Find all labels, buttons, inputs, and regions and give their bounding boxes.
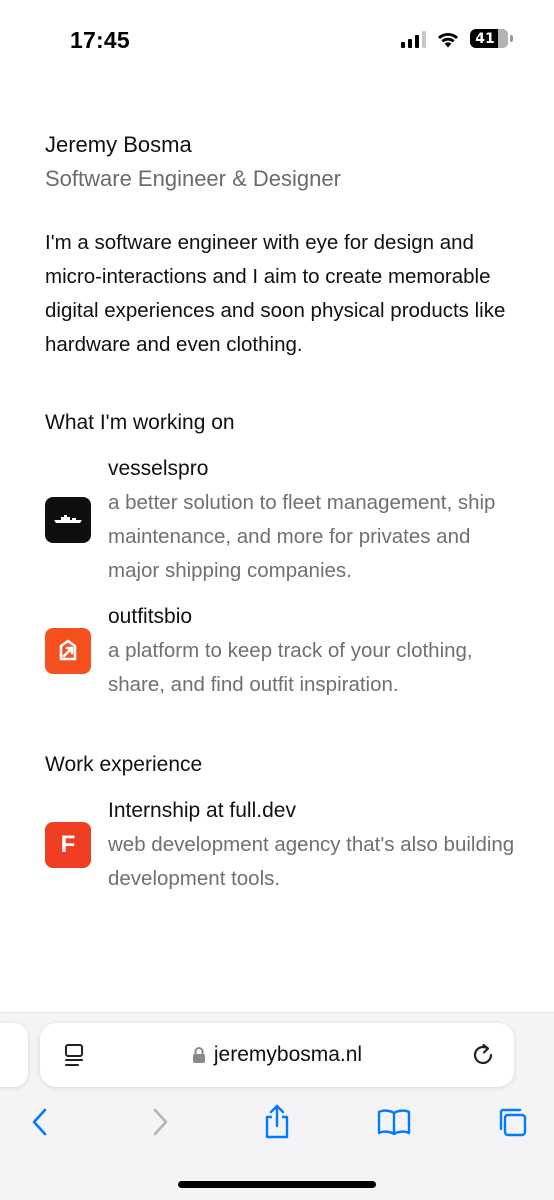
back-icon (32, 1108, 47, 1136)
project-item-outfitsbio[interactable]: outfitsbio a platform to keep track of y… (45, 600, 515, 702)
profile-role: Software Engineer & Designer (45, 166, 341, 191)
status-bar: 17:45 41 (0, 0, 554, 80)
profile-name: Jeremy Bosma (45, 132, 192, 157)
battery-level: 41 (475, 30, 495, 47)
forward-button[interactable] (137, 1099, 183, 1145)
back-button[interactable] (17, 1099, 63, 1145)
address-bar[interactable]: jeremybosma.nl (40, 1023, 514, 1087)
tabs-icon (499, 1108, 527, 1137)
battery-icon: 41 (470, 29, 513, 48)
forward-icon (153, 1108, 168, 1136)
project-name: vesselspro (108, 457, 209, 480)
project-item-vesselspro[interactable]: vesselspro a better solution to fleet ma… (45, 452, 515, 588)
experience-name: Internship at full.dev (108, 799, 296, 822)
browser-toolbar (0, 1099, 554, 1145)
full-dev-logo-letter: F (60, 831, 76, 858)
ship-logo-icon (45, 497, 91, 543)
working-on-title: What I'm working on (45, 411, 235, 434)
full-dev-logo-icon: F (45, 822, 91, 868)
share-icon (265, 1104, 289, 1139)
project-description: a platform to keep track of your clothin… (108, 639, 473, 696)
share-button[interactable] (254, 1099, 300, 1145)
previous-tab-card[interactable] (0, 1023, 28, 1087)
status-time: 17:45 (70, 27, 130, 53)
home-indicator[interactable] (178, 1181, 376, 1188)
lock-icon (192, 1047, 205, 1063)
page-content: Jeremy Bosma Software Engineer & Designe… (45, 128, 515, 896)
wifi-icon (438, 32, 458, 47)
browser-bottom-bar: jeremybosma.nl (0, 1012, 554, 1200)
outfitsbio-logo-icon (45, 628, 91, 674)
experience-description: web development agency that's also build… (108, 833, 515, 890)
experience-item-full-dev[interactable]: F Internship at full.dev web development… (45, 794, 515, 896)
cellular-signal-icon (401, 30, 426, 48)
project-name: outfitsbio (108, 605, 193, 628)
project-description: a better solution to fleet management, s… (108, 491, 496, 582)
bookmarks-icon (377, 1109, 411, 1136)
work-experience-title: Work experience (45, 753, 203, 776)
profile-bio: I'm a software engineer with eye for des… (45, 231, 506, 356)
reload-icon[interactable] (470, 1042, 496, 1068)
status-icons: 41 (401, 29, 513, 48)
bookmarks-button[interactable] (371, 1099, 417, 1145)
tabs-button[interactable] (489, 1099, 535, 1145)
url-text[interactable]: jeremybosma.nl (214, 1043, 362, 1067)
